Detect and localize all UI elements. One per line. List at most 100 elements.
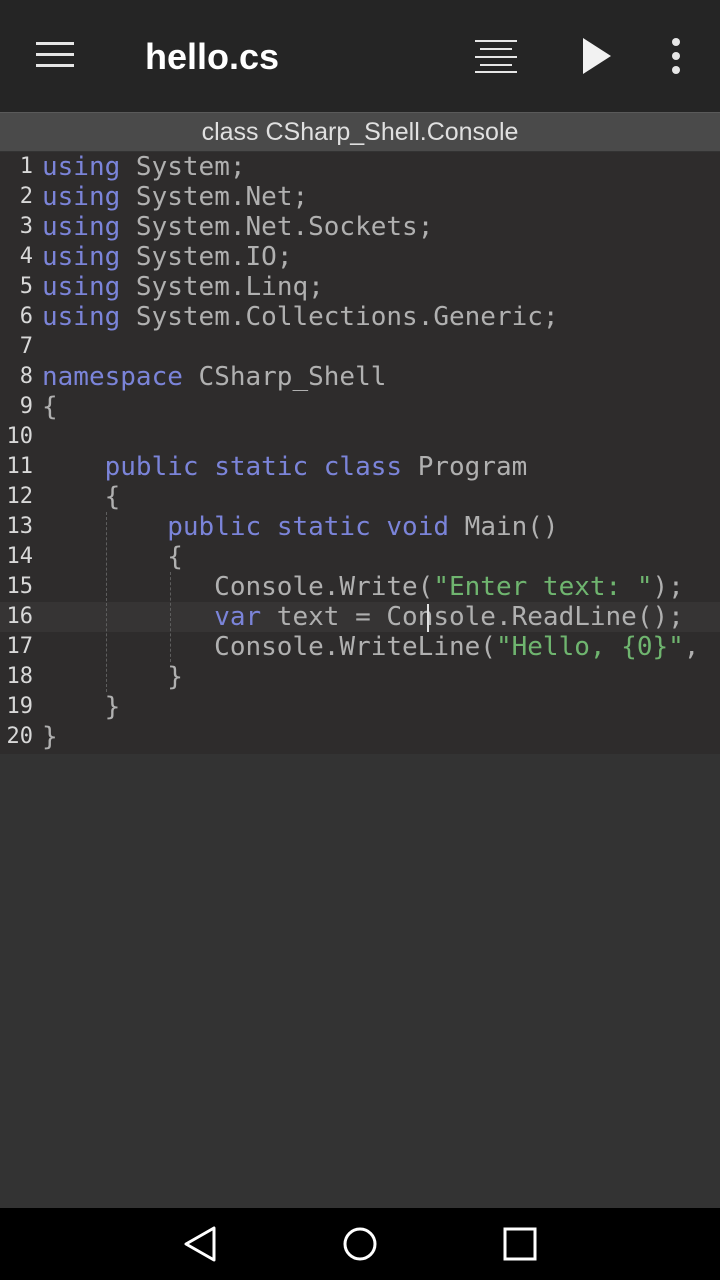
code-line[interactable]: 13 public static void Main() xyxy=(0,512,720,542)
code-token: } xyxy=(42,722,58,752)
code-token: System.Collections.Generic; xyxy=(120,302,559,332)
code-line[interactable]: 18 } xyxy=(0,662,720,692)
keyword-token: using xyxy=(42,242,121,272)
keyword-token: static xyxy=(214,452,309,482)
code-text: namespace CSharp_Shell xyxy=(42,362,386,392)
code-token: System.IO; xyxy=(120,242,293,272)
string-token: "Enter text: " xyxy=(433,572,653,602)
code-text: { xyxy=(42,542,183,572)
keyword-token: public xyxy=(104,452,199,482)
keyword-token: using xyxy=(42,182,121,212)
run-icon[interactable] xyxy=(581,38,613,74)
back-icon[interactable] xyxy=(182,1226,218,1262)
code-token: CSharp_Shell xyxy=(182,362,387,392)
code-text: using System.Collections.Generic; xyxy=(42,302,559,332)
code-line[interactable]: 9{ xyxy=(0,392,720,422)
code-token: Console.Write( xyxy=(42,572,434,602)
code-line[interactable]: 15 Console.Write("Enter text: "); xyxy=(0,572,720,602)
string-token: "Hello, {0}" xyxy=(495,632,684,662)
line-number: 16 xyxy=(6,604,34,629)
code-editor[interactable]: 20} 19 } 18 } 17 Console.WriteLine("Hello, … xyxy=(0,152,720,754)
code-line[interactable]: 11 public static class Program xyxy=(0,452,720,482)
app-bar: hello.cs xyxy=(0,0,720,112)
code-line[interactable]: 16 var text = Console.ReadLine(); xyxy=(0,602,720,632)
code-token: { xyxy=(42,542,183,572)
code-text: } xyxy=(42,662,183,692)
code-token: { xyxy=(42,482,121,512)
keyword-token: namespace xyxy=(42,362,183,392)
code-text: using System.IO; xyxy=(42,242,292,272)
more-vert-icon[interactable] xyxy=(664,38,688,74)
code-line[interactable]: 3 using System.Net.Sockets; xyxy=(0,212,720,242)
code-line[interactable]: 10 xyxy=(0,422,720,452)
line-number: 3 xyxy=(19,214,33,239)
home-icon[interactable] xyxy=(342,1226,378,1262)
line-number: 7 xyxy=(19,334,33,359)
line-number: 11 xyxy=(6,454,34,479)
code-text: { xyxy=(42,482,121,512)
code-token: System.Linq; xyxy=(120,272,324,302)
line-number: 14 xyxy=(6,544,34,569)
code-text: } xyxy=(42,722,58,752)
keyword-token: public xyxy=(167,512,262,542)
code-line[interactable]: 19 } xyxy=(0,692,720,722)
recents-icon[interactable] xyxy=(502,1226,538,1262)
code-token: System; xyxy=(120,152,246,182)
class-indicator-bar[interactable]: class CSharp_Shell.Console xyxy=(0,112,720,151)
code-token: System.Net; xyxy=(120,182,309,212)
code-text: Console.WriteLine("Hello, {0}", xyxy=(42,632,699,662)
code-token: text = Console.ReadLine(); xyxy=(261,602,684,632)
keyword-token: using xyxy=(42,212,121,242)
code-text: Console.Write("Enter text: "); xyxy=(42,572,684,602)
code-token: { xyxy=(42,392,58,422)
text-cursor xyxy=(427,604,429,632)
code-token: System.Net.Sockets; xyxy=(120,212,434,242)
code-token: Program xyxy=(402,452,528,482)
code-token: , xyxy=(683,632,700,662)
code-line[interactable]: 8 namespace CSharp_Shell xyxy=(0,362,720,392)
keyword-token: using xyxy=(42,302,121,332)
code-text: { xyxy=(42,392,58,422)
keyword-token: var xyxy=(214,602,262,632)
keyword-token: void xyxy=(386,512,450,542)
code-line[interactable]: 7 xyxy=(0,332,720,362)
code-line[interactable]: 2 using System.Net; xyxy=(0,182,720,212)
line-number: 6 xyxy=(19,304,33,329)
code-token: } xyxy=(42,692,121,722)
line-number: 17 xyxy=(6,634,34,659)
code-line[interactable]: 20} xyxy=(0,722,720,752)
line-number: 12 xyxy=(6,484,34,509)
code-text: using System; xyxy=(42,152,246,182)
line-number: 9 xyxy=(19,394,33,419)
format-code-icon[interactable] xyxy=(475,40,519,73)
code-line[interactable]: 14 { xyxy=(0,542,720,572)
line-number: 13 xyxy=(6,514,34,539)
menu-icon[interactable] xyxy=(36,40,76,70)
line-number: 18 xyxy=(6,664,34,689)
code-line[interactable]: 6 using System.Collections.Generic; xyxy=(0,302,720,332)
code-token: Main() xyxy=(449,512,559,542)
code-line[interactable]: 1 using System; xyxy=(0,152,720,182)
code-text: using System.Net.Sockets; xyxy=(42,212,433,242)
code-text: using System.Net; xyxy=(42,182,308,212)
indent-guide xyxy=(106,512,107,692)
code-text: var text = Console.ReadLine(); xyxy=(42,602,684,632)
code-text: public static class Program xyxy=(42,452,528,482)
code-text: } xyxy=(42,692,121,722)
keyword-token: class xyxy=(323,452,403,482)
code-line[interactable]: 12 { xyxy=(0,482,720,512)
code-line[interactable]: 4 using System.IO; xyxy=(0,242,720,272)
code-line[interactable]: 17 Console.WriteLine("Hello, {0}", xyxy=(0,632,720,662)
file-title: hello.cs xyxy=(145,36,280,77)
line-number: 15 xyxy=(6,574,34,599)
line-number: 8 xyxy=(19,364,33,389)
code-token: Console.WriteLine( xyxy=(42,632,496,662)
keyword-token: using xyxy=(42,152,121,182)
code-line[interactable]: 5 using System.Linq; xyxy=(0,272,720,302)
line-number: 4 xyxy=(19,244,33,269)
